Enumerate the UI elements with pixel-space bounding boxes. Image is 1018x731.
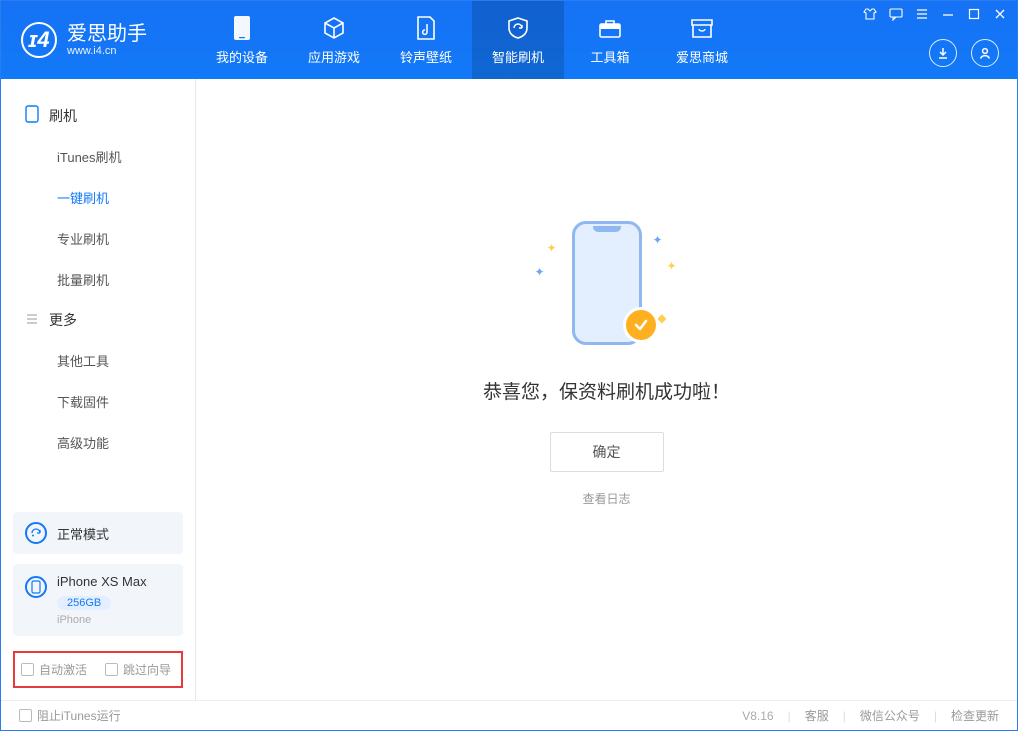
- store-icon: [689, 15, 715, 41]
- checkbox-auto-activate[interactable]: 自动激活: [21, 661, 87, 678]
- checkbox-label: 自动激活: [39, 661, 87, 678]
- cube-icon: [321, 15, 347, 41]
- toolbox-icon: [597, 15, 623, 41]
- capacity-badge: 256GB: [57, 596, 111, 610]
- sparkle-icon: ✦: [652, 233, 662, 247]
- app-title: 爱思助手: [67, 23, 147, 45]
- app-header: ɪ4 爱思助手 www.i4.cn 我的设备 应用游戏 铃声壁纸 智能刷机 工具…: [1, 1, 1017, 79]
- device-icon: [25, 576, 47, 598]
- footer-link-update[interactable]: 检查更新: [951, 707, 999, 724]
- logo-area: ɪ4 爱思助手 www.i4.cn: [1, 22, 196, 58]
- separator: |: [843, 709, 846, 723]
- checkbox-block-itunes[interactable]: 阻止iTunes运行: [19, 707, 121, 724]
- device-cards: 正常模式 iPhone XS Max 256GB iPhone: [13, 512, 183, 636]
- main-content: ✦ ✦ ✦ ✦ ◆ 恭喜您，保资料刷机成功啦！ 确定 查看日志: [196, 79, 1017, 700]
- nav-device[interactable]: 我的设备: [196, 1, 288, 79]
- checkbox-skip-guide[interactable]: 跳过向导: [105, 661, 171, 678]
- footer-link-support[interactable]: 客服: [805, 707, 829, 724]
- section-title: 刷机: [49, 106, 77, 126]
- view-log-link[interactable]: 查看日志: [582, 490, 630, 507]
- checkbox-label: 阻止iTunes运行: [37, 707, 121, 724]
- download-button[interactable]: [929, 39, 957, 67]
- checkbox-icon: [19, 709, 32, 722]
- phone-icon: [229, 15, 255, 41]
- sidebar-item-batch-flash[interactable]: 批量刷机: [1, 259, 195, 300]
- sidebar-section-more: 更多: [1, 300, 195, 340]
- nav-label: 工具箱: [590, 47, 629, 66]
- header-actions: [929, 39, 999, 67]
- nav-flash[interactable]: 智能刷机: [472, 1, 564, 79]
- nav-apps[interactable]: 应用游戏: [288, 1, 380, 79]
- sparkle-icon: ◆: [657, 311, 666, 325]
- menu-icon[interactable]: [915, 7, 929, 21]
- nav-label: 爱思商城: [676, 47, 728, 66]
- nav-store[interactable]: 爱思商城: [656, 1, 748, 79]
- sparkle-icon: ✦: [535, 265, 545, 279]
- phone-notch: [593, 226, 621, 232]
- check-badge-icon: [623, 307, 659, 343]
- separator: |: [788, 709, 791, 723]
- close-button[interactable]: [993, 7, 1007, 21]
- sparkle-icon: ✦: [547, 241, 557, 255]
- checkbox-row-highlighted: 自动激活 跳过向导: [13, 651, 183, 688]
- section-title: 更多: [49, 310, 77, 330]
- sidebar-item-download-firmware[interactable]: 下载固件: [1, 381, 195, 422]
- app-subtitle: www.i4.cn: [67, 45, 147, 57]
- logo-text: 爱思助手 www.i4.cn: [67, 23, 147, 57]
- sidebar-item-oneclick-flash[interactable]: 一键刷机: [1, 177, 195, 218]
- device-info: iPhone XS Max 256GB iPhone: [57, 574, 147, 626]
- sparkle-icon: ✦: [666, 259, 676, 273]
- capacity-badge-wrap: 256GB: [57, 593, 147, 611]
- skin-icon[interactable]: [863, 7, 877, 21]
- window-controls: [863, 7, 1007, 21]
- minimize-button[interactable]: [941, 7, 955, 21]
- logo-icon: ɪ4: [21, 22, 57, 58]
- checkbox-label: 跳过向导: [123, 661, 171, 678]
- footer: 阻止iTunes运行 V8.16 | 客服 | 微信公众号 | 检查更新: [1, 700, 1017, 730]
- sidebar-section-flash: 刷机: [1, 95, 195, 136]
- list-icon: [25, 312, 39, 329]
- success-illustration: ✦ ✦ ✦ ✦ ◆: [517, 213, 697, 353]
- phone-outline-icon: [25, 105, 39, 126]
- sidebar: 刷机 iTunes刷机 一键刷机 专业刷机 批量刷机 更多 其他工具 下载固件 …: [1, 79, 196, 700]
- mode-card[interactable]: 正常模式: [13, 512, 183, 554]
- sidebar-item-advanced[interactable]: 高级功能: [1, 422, 195, 463]
- main-nav: 我的设备 应用游戏 铃声壁纸 智能刷机 工具箱 爱思商城: [196, 1, 748, 79]
- device-name: iPhone XS Max: [57, 574, 147, 589]
- footer-left: 阻止iTunes运行: [19, 707, 121, 724]
- nav-label: 铃声壁纸: [400, 47, 452, 66]
- sidebar-item-pro-flash[interactable]: 专业刷机: [1, 218, 195, 259]
- account-button[interactable]: [971, 39, 999, 67]
- shield-sync-icon: [505, 15, 531, 41]
- app-body: 刷机 iTunes刷机 一键刷机 专业刷机 批量刷机 更多 其他工具 下载固件 …: [1, 79, 1017, 700]
- maximize-button[interactable]: [967, 7, 981, 21]
- version-label: V8.16: [742, 709, 773, 723]
- confirm-button[interactable]: 确定: [550, 432, 664, 472]
- device-type: iPhone: [57, 614, 147, 626]
- nav-label: 智能刷机: [492, 47, 544, 66]
- music-file-icon: [413, 15, 439, 41]
- sync-icon: [25, 522, 47, 544]
- footer-right: V8.16 | 客服 | 微信公众号 | 检查更新: [742, 707, 999, 724]
- separator: |: [934, 709, 937, 723]
- nav-ringtones[interactable]: 铃声壁纸: [380, 1, 472, 79]
- checkbox-icon: [21, 663, 34, 676]
- sidebar-item-itunes-flash[interactable]: iTunes刷机: [1, 136, 195, 177]
- sidebar-item-other-tools[interactable]: 其他工具: [1, 340, 195, 381]
- mode-label: 正常模式: [57, 524, 109, 543]
- checkbox-icon: [105, 663, 118, 676]
- success-message: 恭喜您，保资料刷机成功啦！: [483, 377, 730, 404]
- feedback-icon[interactable]: [889, 7, 903, 21]
- footer-link-wechat[interactable]: 微信公众号: [860, 707, 920, 724]
- nav-label: 我的设备: [216, 47, 268, 66]
- nav-toolbox[interactable]: 工具箱: [564, 1, 656, 79]
- nav-label: 应用游戏: [308, 47, 360, 66]
- device-card[interactable]: iPhone XS Max 256GB iPhone: [13, 564, 183, 636]
